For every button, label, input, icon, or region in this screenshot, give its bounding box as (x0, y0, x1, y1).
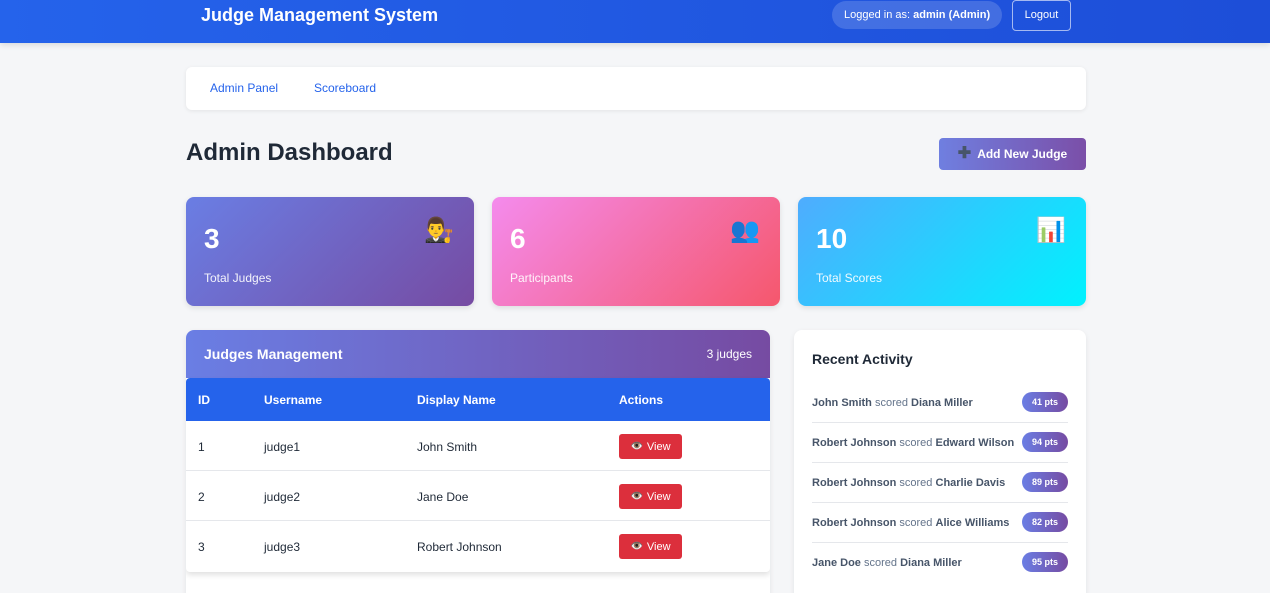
activity-participant: Charlie Davis (935, 477, 1006, 489)
activity-text: John Smith scored Diana Miller (812, 397, 973, 409)
column-header-id: ID (198, 393, 210, 407)
activity-verb: scored (899, 517, 933, 529)
activity-item: Robert Johnson scored Alice Williams 82 … (812, 503, 1068, 543)
cell-username: judge1 (264, 440, 301, 454)
stat-label: Total Judges (204, 271, 272, 285)
judges-card-header: Judges Management 3 judges (186, 330, 770, 378)
activity-verb: scored (863, 557, 898, 569)
add-new-judge-button[interactable]: ✚ Add New Judge (939, 138, 1086, 170)
top-navbar: Judge Management System Logged in as: ad… (0, 0, 1270, 43)
nav-link-admin-panel[interactable]: Admin Panel (210, 81, 278, 95)
judges-card-title: Judges Management (204, 346, 343, 362)
table-row: 3 judge3 Robert Johnson 👁️ View (186, 521, 770, 571)
cell-username: judge2 (264, 490, 301, 504)
activity-verb: scored (899, 477, 933, 489)
eye-icon: 👁️ (630, 440, 643, 452)
activity-text: Robert Johnson scored Alice Williams (812, 517, 1009, 529)
activity-participant: Alice Williams (935, 517, 1010, 529)
view-judge-button[interactable]: 👁️ View (619, 434, 682, 459)
table-header: ID Username Display Name Actions (186, 378, 770, 421)
bar-chart-icon: 📊 (1036, 217, 1066, 244)
cell-display-name: John Smith (417, 440, 478, 454)
judges-table: ID Username Display Name Actions 1 judge… (186, 378, 770, 572)
stat-label: Participants (510, 271, 573, 285)
plus-icon: ✚ (957, 145, 972, 162)
points-badge: 94 pts (1022, 432, 1068, 452)
view-label: View (646, 540, 671, 553)
logged-in-badge: Logged in as: admin (Admin) (832, 1, 1003, 29)
add-new-judge-label: Add New Judge (977, 147, 1068, 161)
activity-item: Robert Johnson scored Charlie Davis 89 p… (812, 463, 1068, 503)
stat-card-total-judges: 3 Total Judges 👨‍⚖️ (186, 197, 474, 306)
people-icon: 👥 (730, 217, 760, 244)
nav-link-scoreboard[interactable]: Scoreboard (314, 81, 376, 95)
page-title: Admin Dashboard (186, 139, 393, 166)
points-badge: 82 pts (1022, 512, 1068, 532)
cell-username: judge3 (264, 540, 301, 554)
activity-judge: Robert Johnson (812, 477, 897, 489)
points-badge: 89 pts (1022, 472, 1068, 492)
cell-display-name: Jane Doe (417, 490, 469, 504)
activity-judge: Robert Johnson (812, 517, 897, 529)
column-header-display-name: Display Name (417, 393, 496, 407)
cell-id: 3 (198, 540, 205, 554)
view-judge-button[interactable]: 👁️ View (619, 484, 682, 509)
activity-text: Jane Doe scored Diana Miller (812, 557, 962, 569)
recent-activity-title: Recent Activity (812, 351, 913, 367)
stat-card-participants: 6 Participants 👥 (492, 197, 780, 306)
stat-card-total-scores: 10 Total Scores 📊 (798, 197, 1086, 306)
stat-value: 3 (204, 223, 220, 254)
judges-count: 3 judges (706, 347, 752, 361)
activity-judge: Robert Johnson (812, 437, 897, 449)
judge-icon: 👨‍⚖️ (424, 217, 454, 244)
stat-value: 10 (816, 223, 848, 254)
activity-participant: Diana Miller (900, 557, 962, 569)
activity-item: Robert Johnson scored Edward Wilson 94 p… (812, 423, 1068, 463)
view-label: View (646, 490, 671, 503)
points-badge: 95 pts (1022, 552, 1068, 572)
points-badge: 41 pts (1022, 392, 1068, 412)
activity-verb: scored (899, 437, 933, 449)
logged-in-prefix: Logged in as: (844, 9, 911, 21)
logout-button[interactable]: Logout (1012, 0, 1071, 31)
recent-activity-card: Recent Activity John Smith scored Diana … (794, 330, 1086, 593)
cell-display-name: Robert Johnson (417, 540, 502, 554)
activity-judge: Jane Doe (812, 557, 861, 569)
cell-id: 2 (198, 490, 205, 504)
activity-item: Jane Doe scored Diana Miller 95 pts (812, 543, 1068, 583)
activity-participant: Diana Miller (911, 397, 973, 409)
stat-label: Total Scores (816, 271, 883, 285)
app-brand[interactable]: Judge Management System (201, 5, 438, 26)
section-nav: Admin Panel Scoreboard (186, 67, 1086, 110)
logged-in-user: admin (Admin) (913, 9, 991, 21)
eye-icon: 👁️ (630, 540, 643, 552)
eye-icon: 👁️ (630, 490, 643, 502)
cell-id: 1 (198, 440, 205, 454)
table-row: 1 judge1 John Smith 👁️ View (186, 421, 770, 471)
stat-value: 6 (510, 223, 526, 254)
view-label: View (646, 440, 671, 453)
column-header-actions: Actions (619, 393, 664, 407)
activity-participant: Edward Wilson (935, 437, 1015, 449)
table-row: 2 judge2 Jane Doe 👁️ View (186, 471, 770, 521)
column-header-username: Username (264, 393, 323, 407)
activity-judge: John Smith (812, 397, 872, 409)
view-judge-button[interactable]: 👁️ View (619, 534, 682, 559)
activity-text: Robert Johnson scored Charlie Davis (812, 477, 1005, 489)
activity-text: Robert Johnson scored Edward Wilson (812, 437, 1014, 449)
judges-management-card: Judges Management 3 judges ID Username D… (186, 330, 770, 593)
activity-verb: scored (874, 397, 908, 409)
activity-item: John Smith scored Diana Miller 41 pts (812, 383, 1068, 423)
